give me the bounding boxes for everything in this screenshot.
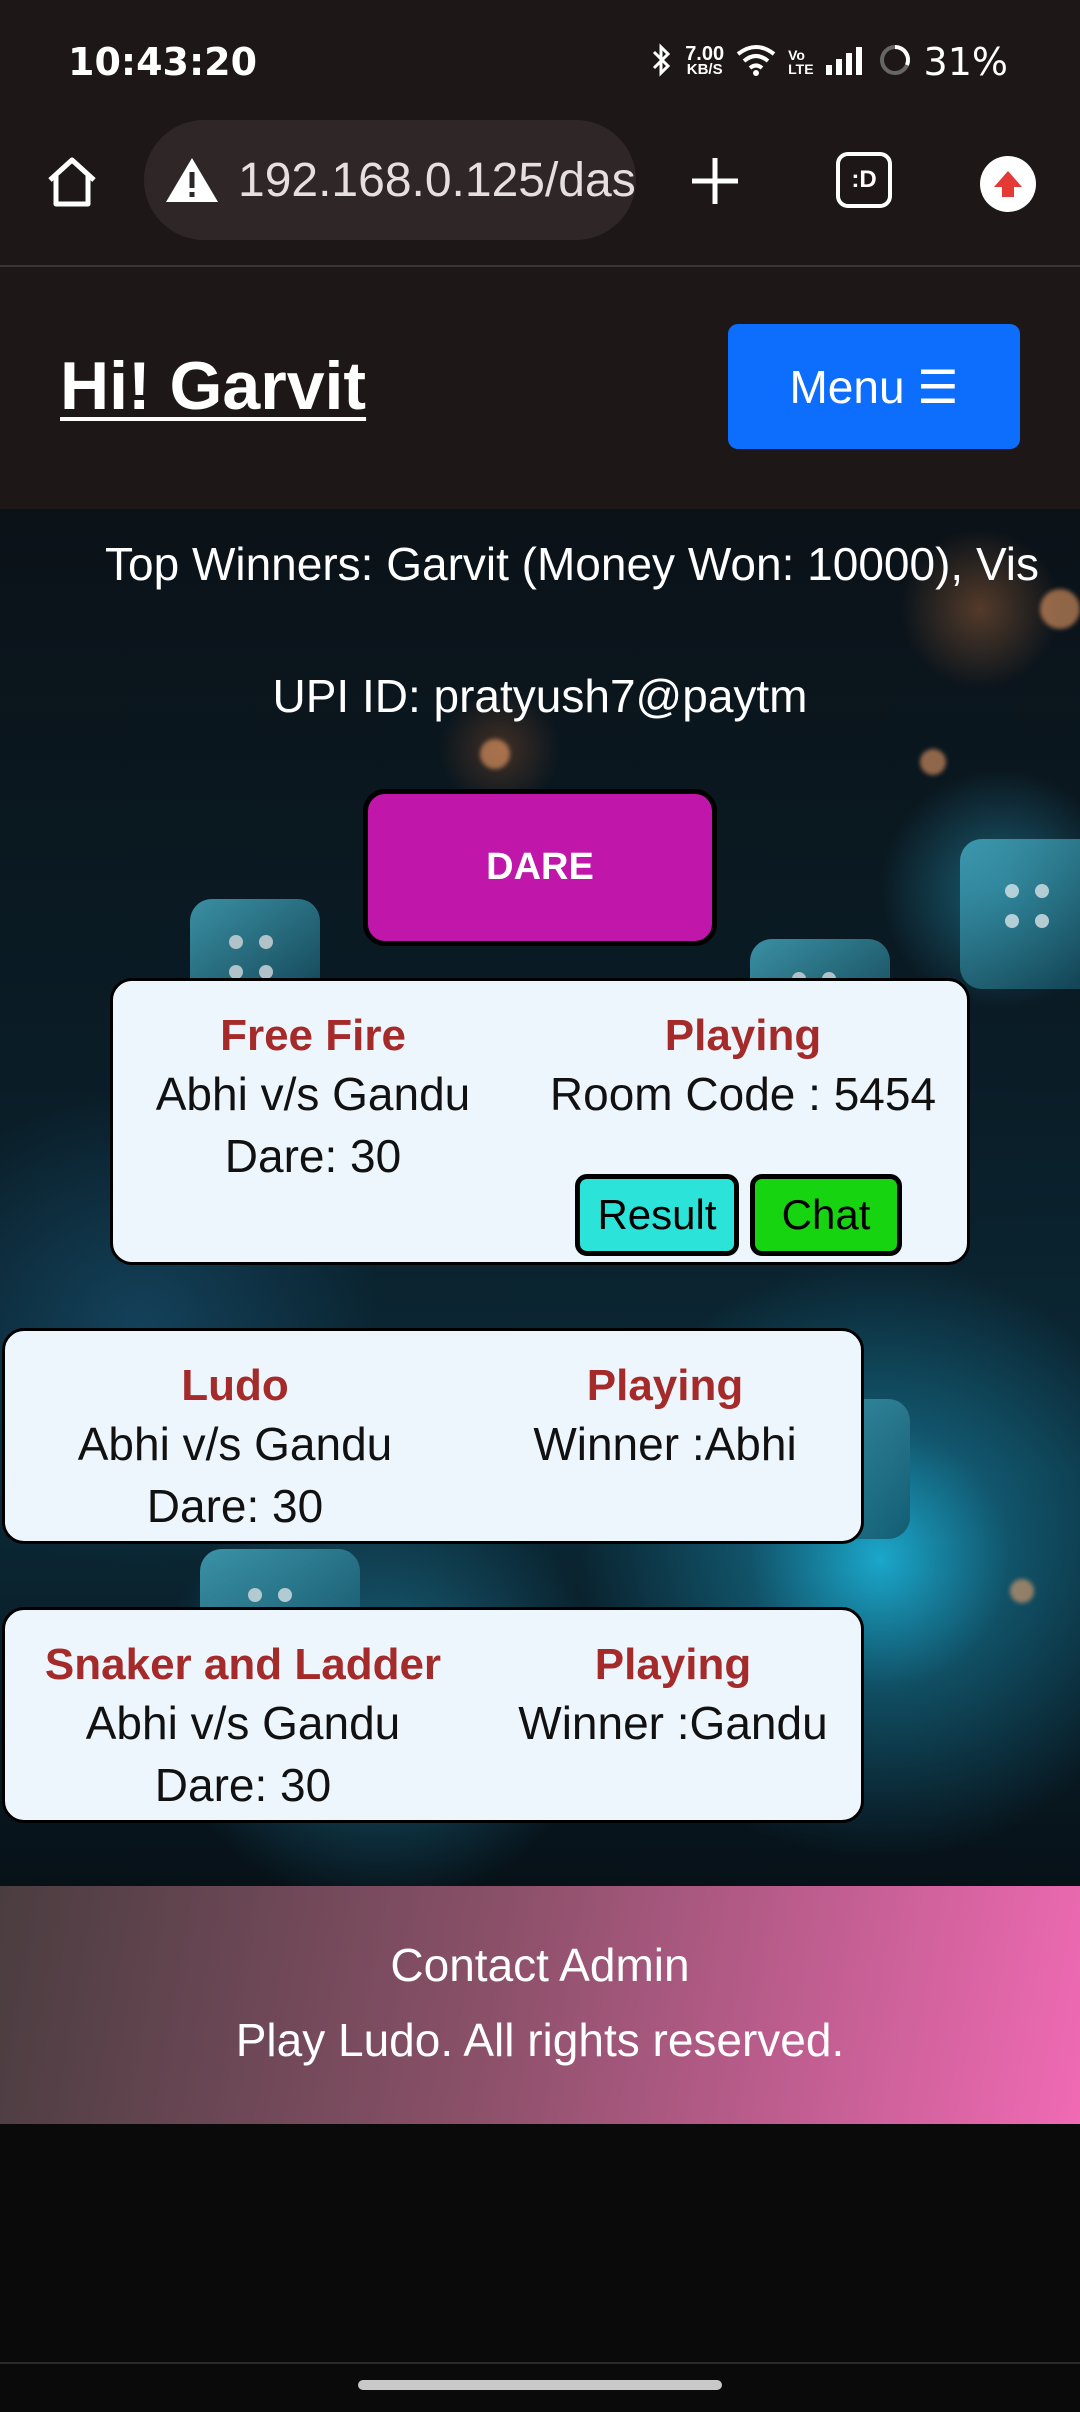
address-bar[interactable]: 192.168.0.125/dashboard — [144, 120, 636, 240]
status-bar: 10:43:20 7.00 KB/S Vo LTE 31% — [0, 0, 1080, 110]
site-footer: Contact Admin Play Ludo. All rights rese… — [0, 1886, 1080, 2124]
status-text: Playing — [664, 1011, 822, 1060]
warning-icon[interactable] — [164, 150, 220, 210]
winner-text: Winner :Abhi — [533, 1418, 797, 1470]
match-card: Snaker and Ladder Abhi v/s Gandu Dare: 3… — [2, 1607, 864, 1823]
match-status: Playing Winner :Gandu — [481, 1638, 865, 1754]
background-dice — [960, 839, 1080, 989]
game-title: Ludo — [181, 1361, 289, 1410]
background-bokeh — [920, 749, 946, 775]
battery-percent: 31% — [923, 40, 1008, 84]
status-text: Playing — [586, 1361, 744, 1410]
dare-amount: Dare: 30 — [154, 1759, 332, 1811]
match-card: Free Fire Abhi v/s Gandu Dare: 30 Playin… — [110, 978, 970, 1265]
dare-button[interactable]: DARE — [363, 789, 717, 946]
match-status: Playing Winner :Abhi — [465, 1359, 865, 1475]
menu-button[interactable]: Menu ☰ — [728, 324, 1020, 449]
bluetooth-icon — [651, 42, 673, 82]
page-bottom-area — [0, 2124, 1080, 2412]
game-title: Snaker and Ladder — [44, 1640, 442, 1689]
status-text: Playing — [594, 1640, 752, 1689]
url-text[interactable]: 192.168.0.125/dashboard — [238, 153, 636, 208]
match-status: Playing Room Code : 5454 — [513, 1009, 973, 1125]
room-code: Room Code : 5454 — [549, 1068, 937, 1120]
players-text: Abhi v/s Gandu — [77, 1418, 393, 1470]
wifi-icon — [736, 44, 776, 81]
contact-admin-link[interactable]: Contact Admin — [0, 1938, 1080, 1992]
home-icon — [48, 157, 96, 207]
match-info: Snaker and Ladder Abhi v/s Gandu Dare: 3… — [5, 1638, 481, 1816]
new-tab-button[interactable] — [680, 146, 750, 216]
tab-switcher-button[interactable]: :D — [836, 152, 892, 208]
nav-divider — [0, 2362, 1080, 2364]
players-text: Abhi v/s Gandu — [155, 1068, 471, 1120]
volte-indicator: Vo LTE — [788, 47, 814, 77]
game-title: Free Fire — [220, 1011, 406, 1060]
plus-icon — [692, 158, 738, 204]
status-icons: 7.00 KB/S Vo LTE 31% — [651, 38, 1008, 86]
site-header: Hi! Garvit Menu ☰ — [0, 267, 1080, 509]
browser-toolbar: 192.168.0.125/dashboard :D — [0, 110, 1080, 267]
upi-id-text: UPI ID: pratyush7@paytm — [272, 670, 808, 722]
background-bokeh — [1040, 589, 1080, 629]
dare-amount: Dare: 30 — [146, 1480, 324, 1532]
match-card: Ludo Abhi v/s Gandu Dare: 30 Playing Win… — [2, 1328, 864, 1544]
update-button[interactable] — [980, 156, 1036, 212]
arrow-up-icon — [994, 171, 1022, 197]
copyright-text: Play Ludo. All rights reserved. — [235, 2014, 845, 2066]
main-content: Top Winners: Garvit (Money Won: 10000), … — [0, 509, 1080, 1886]
match-info: Ludo Abhi v/s Gandu Dare: 30 — [5, 1359, 465, 1537]
background-bokeh — [480, 739, 510, 769]
winner-text: Winner :Gandu — [518, 1697, 828, 1749]
signal-icon — [825, 45, 866, 80]
gesture-nav-handle[interactable] — [358, 2380, 722, 2390]
result-button[interactable]: Result — [575, 1174, 739, 1256]
status-time: 10:43:20 — [68, 40, 258, 84]
battery-icon — [878, 43, 912, 82]
network-speed: 7.00 KB/S — [685, 43, 725, 78]
background-bokeh — [1010, 1579, 1034, 1603]
chat-button[interactable]: Chat — [750, 1174, 902, 1256]
greeting-link[interactable]: Hi! Garvit — [60, 347, 366, 425]
match-info: Free Fire Abhi v/s Gandu Dare: 30 — [113, 1009, 513, 1187]
top-winners-marquee: Top Winners: Garvit (Money Won: 10000), … — [105, 538, 1040, 590]
dare-amount: Dare: 30 — [224, 1130, 402, 1182]
home-button[interactable] — [38, 148, 106, 216]
players-text: Abhi v/s Gandu — [85, 1697, 401, 1749]
